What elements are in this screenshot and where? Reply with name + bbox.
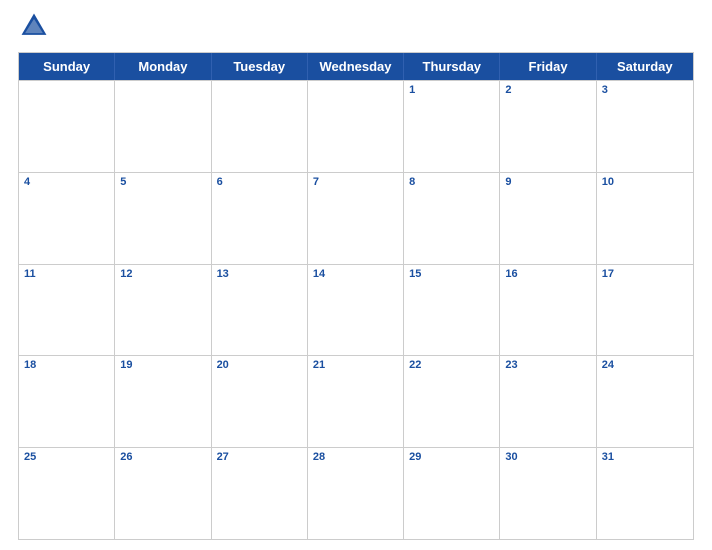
day-cell-25: 25 [19,448,115,539]
day-cell-empty [212,81,308,172]
weeks-container: 1234567891011121314151617181920212223242… [19,80,693,539]
day-cell-22: 22 [404,356,500,447]
day-number: 4 [24,176,109,188]
logo-icon [18,10,50,42]
day-number: 15 [409,268,494,280]
day-number: 24 [602,359,688,371]
day-cell-12: 12 [115,265,211,356]
day-cell-1: 1 [404,81,500,172]
day-cell-19: 19 [115,356,211,447]
day-cell-16: 16 [500,265,596,356]
day-cell-24: 24 [597,356,693,447]
day-header-thursday: Thursday [404,53,500,80]
day-cell-17: 17 [597,265,693,356]
week-row-1: 123 [19,80,693,172]
day-cell-11: 11 [19,265,115,356]
day-number: 11 [24,268,109,280]
day-number: 26 [120,451,205,463]
day-number: 6 [217,176,302,188]
day-number: 5 [120,176,205,188]
day-cell-4: 4 [19,173,115,264]
day-cell-empty [308,81,404,172]
week-row-2: 456789 10 [19,172,693,264]
day-header-sunday: Sunday [19,53,115,80]
day-number: 9 [505,176,590,188]
day-number: 12 [120,268,205,280]
day-number: 2 [505,84,590,96]
day-header-monday: Monday [115,53,211,80]
week-row-3: 11 12 13 14 15 16 17 [19,264,693,356]
day-number: 18 [24,359,109,371]
day-cell-2: 2 [500,81,596,172]
day-cell-23: 23 [500,356,596,447]
day-cell-31: 31 [597,448,693,539]
week-row-4: 18 19 20 21 22 23 24 [19,355,693,447]
day-header-friday: Friday [500,53,596,80]
day-cell-20: 20 [212,356,308,447]
day-number: 21 [313,359,398,371]
day-cell-30: 30 [500,448,596,539]
day-cell-6: 6 [212,173,308,264]
day-number: 8 [409,176,494,188]
day-number: 16 [505,268,590,280]
day-cell-8: 8 [404,173,500,264]
day-cell-7: 7 [308,173,404,264]
day-cell-26: 26 [115,448,211,539]
day-number: 23 [505,359,590,371]
header [18,10,694,46]
day-number: 22 [409,359,494,371]
day-number: 30 [505,451,590,463]
day-number: 28 [313,451,398,463]
day-number: 17 [602,268,688,280]
day-number: 25 [24,451,109,463]
calendar-grid: SundayMondayTuesdayWednesdayThursdayFrid… [18,52,694,540]
day-number: 1 [409,84,494,96]
day-cell-21: 21 [308,356,404,447]
day-cell-15: 15 [404,265,500,356]
day-number: 7 [313,176,398,188]
day-cell-3: 3 [597,81,693,172]
day-cell-27: 27 [212,448,308,539]
day-cell-28: 28 [308,448,404,539]
day-header-tuesday: Tuesday [212,53,308,80]
day-number: 27 [217,451,302,463]
day-headers-row: SundayMondayTuesdayWednesdayThursdayFrid… [19,53,693,80]
day-cell-5: 5 [115,173,211,264]
logo [18,10,54,42]
day-header-wednesday: Wednesday [308,53,404,80]
day-number: 3 [602,84,688,96]
day-cell-18: 18 [19,356,115,447]
day-cell-empty [115,81,211,172]
day-cell-29: 29 [404,448,500,539]
day-cell-10: 10 [597,173,693,264]
day-cell-13: 13 [212,265,308,356]
day-number: 14 [313,268,398,280]
day-number: 20 [217,359,302,371]
day-number: 13 [217,268,302,280]
day-number: 10 [602,176,688,188]
day-cell-empty [19,81,115,172]
calendar-page: SundayMondayTuesdayWednesdayThursdayFrid… [0,0,712,550]
day-header-saturday: Saturday [597,53,693,80]
day-cell-14: 14 [308,265,404,356]
day-cell-9: 9 [500,173,596,264]
week-row-5: 25 26 27 28 29 30 31 [19,447,693,539]
day-number: 29 [409,451,494,463]
day-number: 31 [602,451,688,463]
day-number: 19 [120,359,205,371]
